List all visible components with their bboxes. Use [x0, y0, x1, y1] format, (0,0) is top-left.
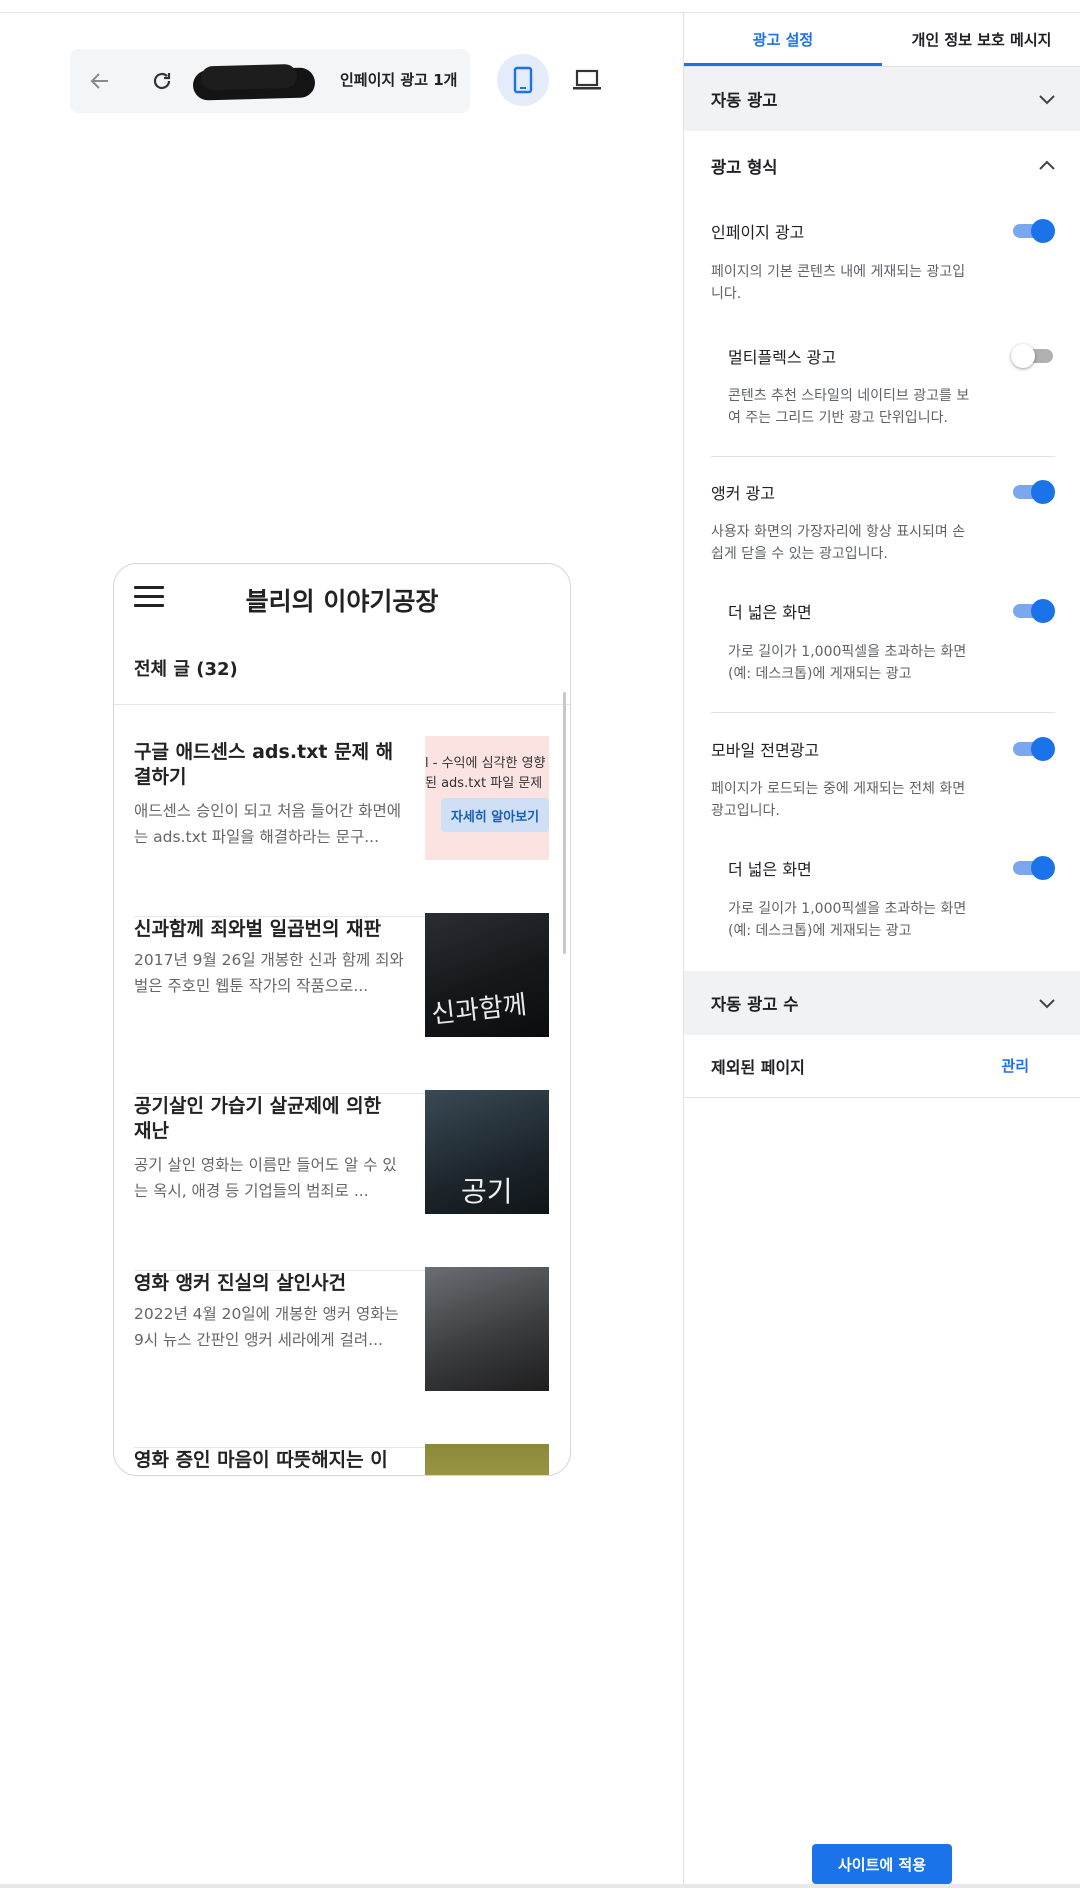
vignette-ads-toggle[interactable]: [1013, 736, 1055, 762]
apply-to-site-button[interactable]: 사이트에 적용: [812, 1844, 952, 1884]
format-description: 콘텐츠 추천 스타일의 네이티브 광고를 보여 주는 그리드 기반 광고 단위입…: [728, 388, 970, 426]
header-divider: [114, 704, 570, 705]
post-excerpt: 2022년 4월 20일에 개봉한 앵커 영화는 9시 뉴스 간판인 앵커 세라…: [134, 1305, 399, 1349]
format-description: 가로 길이가 1,000픽셀을 초과하는 화면 (예: 데스크톱)에 게재되는 광…: [728, 644, 967, 682]
poster-text: 신과함께: [429, 990, 529, 1030]
arrow-left-icon[interactable]: [80, 61, 120, 101]
section-auto-ads[interactable]: 자동 광고: [684, 67, 1080, 131]
format-title: 멀티플렉스 광고: [728, 348, 837, 367]
excluded-pages-label: 제외된 페이지: [711, 1058, 805, 1077]
post-title: 공기살인 가습기 살균제에 의한 재난: [134, 1095, 382, 1142]
redacted-url-scribble: [192, 67, 316, 101]
ad-settings-panel: 광고 설정 개인 정보 보호 메시지 자동 광고 광고 형식 인페이지 광고 페…: [683, 13, 1080, 1884]
ad-learn-more-button[interactable]: 자세히 알아보기: [441, 798, 549, 832]
format-title: 인페이지 광고: [711, 223, 805, 242]
post-item[interactable]: 구글 애드센스 ads.txt 문제 해결하기 애드센스 승인이 되고 처음 들…: [134, 736, 549, 917]
section-label: 자동 광고 수: [711, 995, 799, 1014]
ad-thumbnail[interactable]: l - 수익에 심각한 영향 된 ads.txt 파일 문제 자세히 알아보기: [425, 736, 549, 860]
manage-excluded-pages-link[interactable]: 관리: [1001, 1055, 1029, 1076]
laptop-icon: [573, 69, 601, 90]
inpage-ads-toggle[interactable]: [1013, 218, 1055, 244]
post-excerpt: 애드센스 승인이 되고 처음 들어간 화면에는 ads.txt 파일을 해결하라…: [134, 802, 402, 846]
ad-text-line: 된 ads.txt 파일 문제: [425, 776, 543, 791]
post-thumbnail: 신과함께: [425, 913, 549, 1037]
ad-text-line: l - 수익에 심각한 영향: [425, 756, 546, 771]
post-title: 구글 애드센스 ads.txt 문제 해결하기: [134, 741, 394, 788]
post-title: 영화 증인 마음이 따뜻해지는 이: [134, 1449, 388, 1471]
mobile-preview-frame: 블리의 이야기공장 전체 글 (32) 구글 애드센스 ads.txt 문제 해…: [113, 563, 571, 1476]
chevron-down-icon: [1039, 95, 1055, 105]
format-divider: [711, 456, 1055, 457]
post-thumbnail: [425, 1267, 549, 1391]
post-item[interactable]: 영화 증인 마음이 따뜻해지는 이: [134, 1444, 549, 1475]
anchor-wider-screen-toggle[interactable]: [1013, 598, 1055, 624]
bottom-edge: [0, 1884, 1080, 1888]
section-label: 광고 형식: [711, 158, 778, 177]
format-title: 더 넓은 화면: [728, 603, 812, 622]
chevron-up-icon: [1039, 160, 1055, 170]
format-description: 페이지가 로드되는 중에 게재되는 전체 화면 광고입니다.: [711, 781, 966, 819]
page-ad-label: 인페이지 광고 1개: [340, 71, 458, 89]
post-thumbnail: [425, 1444, 549, 1475]
post-thumbnail: 공기: [425, 1090, 549, 1214]
format-title: 더 넓은 화면: [728, 860, 812, 879]
format-description: 사용자 화면의 가장자리에 항상 표시되며 손 쉽게 닫을 수 있는 광고입니다.: [711, 524, 966, 562]
vignette-wider-screen-toggle[interactable]: [1013, 855, 1055, 881]
refresh-icon[interactable]: [142, 61, 182, 101]
mobile-view-button[interactable]: [497, 54, 549, 106]
post-count[interactable]: 전체 글 (32): [134, 655, 238, 681]
multiplex-ads-toggle[interactable]: [1011, 343, 1053, 369]
anchor-ads-toggle[interactable]: [1013, 479, 1055, 505]
format-title: 앵커 광고: [711, 484, 775, 503]
format-description: 가로 길이가 1,000픽셀을 초과하는 화면 (예: 데스크톱)에 게재되는 광…: [728, 901, 967, 939]
format-title: 모바일 전면광고: [711, 741, 820, 760]
desktop-view-button[interactable]: [567, 60, 607, 100]
post-item[interactable]: 영화 앵커 진실의 살인사건 2022년 4월 20일에 개봉한 앵커 영화는 …: [134, 1267, 549, 1448]
tab-privacy-messages[interactable]: 개인 정보 보호 메시지: [882, 13, 1080, 65]
tab-ad-settings[interactable]: 광고 설정: [684, 13, 882, 65]
post-item[interactable]: 신과함께 죄와벌 일곱번의 재판 2017년 9월 26일 개봉한 신과 함께 …: [134, 913, 549, 1094]
section-ad-formats[interactable]: 광고 형식: [684, 134, 1080, 198]
section-divider: [684, 1097, 1080, 1098]
section-label: 자동 광고: [711, 91, 778, 110]
post-title: 영화 앵커 진실의 살인사건: [134, 1272, 347, 1294]
smartphone-icon: [513, 66, 533, 94]
chevron-down-icon: [1039, 999, 1055, 1009]
preview-toolbar: 인페이지 광고 1개: [70, 49, 470, 113]
format-description: 페이지의 기본 콘텐츠 내에 게재되는 광고입 니다.: [711, 264, 966, 302]
post-excerpt: 공기 살인 영화는 이름만 들어도 알 수 있는 옥시, 애경 등 기업들의 범…: [134, 1156, 397, 1200]
preview-scrollbar[interactable]: [563, 692, 566, 954]
format-divider: [711, 712, 1055, 713]
post-excerpt: 2017년 9월 26일 개봉한 신과 함께 죄와 벌은 주호민 웹툰 작가의 …: [134, 951, 404, 995]
poster-text: 공기: [461, 1175, 513, 1208]
section-ad-count[interactable]: 자동 광고 수: [684, 971, 1080, 1035]
post-title: 신과함께 죄와벌 일곱번의 재판: [134, 918, 382, 940]
blog-title: 블리의 이야기공장: [245, 587, 439, 616]
post-item[interactable]: 공기살인 가습기 살균제에 의한 재난 공기 살인 영화는 이름만 들어도 알 …: [134, 1090, 549, 1271]
